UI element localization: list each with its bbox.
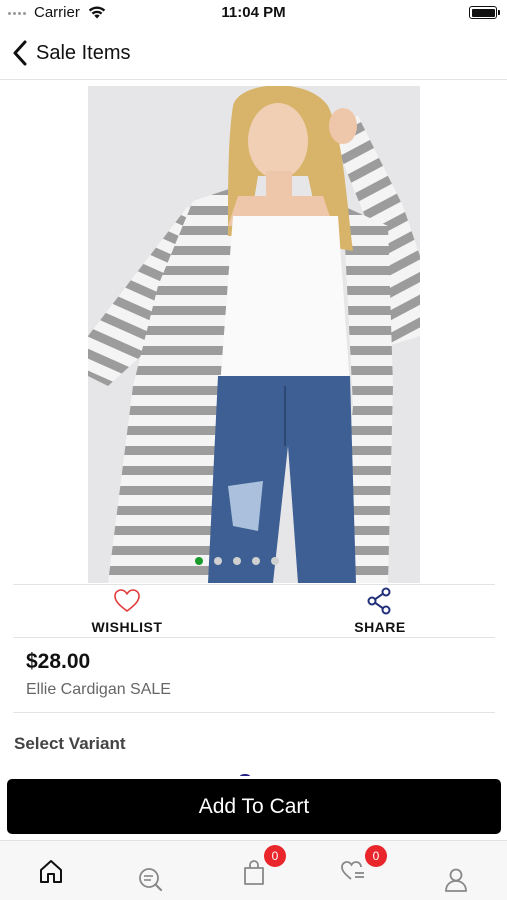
wishlist-label: WISHLIST xyxy=(91,619,163,635)
share-icon xyxy=(367,587,391,615)
share-button[interactable]: SHARE xyxy=(310,587,450,635)
divider xyxy=(13,712,495,713)
back-button[interactable]: Sale Items xyxy=(12,38,130,68)
tab-account[interactable] xyxy=(405,841,506,900)
search-list-icon xyxy=(139,868,163,892)
home-icon xyxy=(40,860,62,883)
wishlist-list-icon xyxy=(341,861,364,880)
share-label: SHARE xyxy=(354,619,406,635)
page-title: Sale Items xyxy=(36,41,131,64)
product-actions: WISHLIST SHARE xyxy=(13,584,495,638)
tab-cart[interactable]: 0 xyxy=(203,841,304,900)
carousel-dot[interactable] xyxy=(271,557,279,565)
shopping-bag-icon xyxy=(244,860,264,885)
carousel-dot[interactable] xyxy=(195,557,203,565)
user-icon xyxy=(445,868,467,892)
variant-option-partial[interactable] xyxy=(240,774,250,778)
heart-icon xyxy=(114,589,140,613)
image-carousel-dots[interactable] xyxy=(195,557,279,565)
tab-search[interactable] xyxy=(101,841,202,900)
variant-section-title: Select Variant xyxy=(14,734,126,753)
battery-icon xyxy=(469,6,500,19)
product-photo xyxy=(88,86,420,583)
tab-bar: 0 0 xyxy=(0,840,507,900)
clock: 11:04 PM xyxy=(221,4,286,21)
status-bar: Carrier 11:04 PM xyxy=(0,0,507,26)
navigation-bar: Sale Items xyxy=(0,26,507,80)
wishlist-count-badge: 0 xyxy=(365,845,387,867)
product-price: $28.00 xyxy=(26,650,91,673)
chevron-left-icon xyxy=(13,40,27,66)
tab-wishlist[interactable]: 0 xyxy=(304,841,405,900)
product-image[interactable] xyxy=(88,86,420,583)
carousel-dot[interactable] xyxy=(214,557,222,565)
cart-count-badge: 0 xyxy=(264,845,286,867)
tab-home[interactable] xyxy=(0,841,101,900)
carousel-dot[interactable] xyxy=(252,557,260,565)
add-to-cart-button[interactable]: Add To Cart xyxy=(7,779,501,834)
carousel-dot[interactable] xyxy=(233,557,241,565)
wishlist-button[interactable]: WISHLIST xyxy=(57,587,197,635)
product-name: Ellie Cardigan SALE xyxy=(26,681,171,698)
